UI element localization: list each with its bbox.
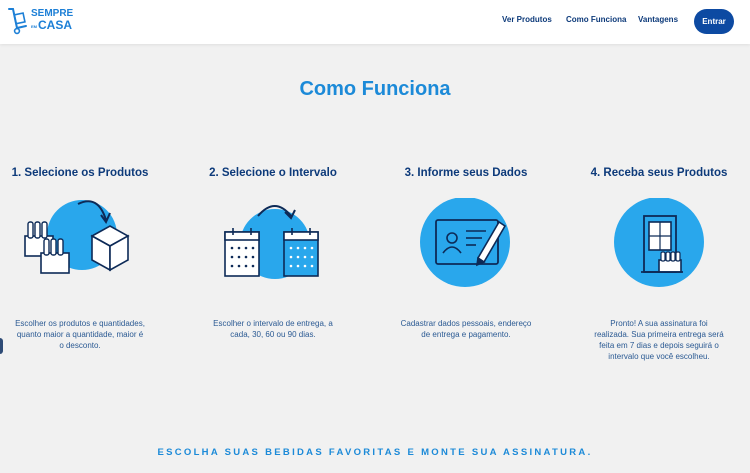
step-4-desc-line: intervalo que você escolheu. (608, 352, 710, 361)
nav-vantagens[interactable]: Vantagens (638, 15, 678, 24)
step-4-desc-line: Pronto! A sua assinatura foi (610, 319, 708, 328)
brand-logo[interactable]: SEMPRE EMCASA (6, 7, 73, 35)
brand-line2-small: EM (31, 23, 37, 29)
step-2-desc-line: Escolher o intervalo de entrega, a (213, 319, 333, 328)
calendar-interval-icon (224, 205, 319, 279)
nav-ver-produtos[interactable]: Ver Produtos (502, 15, 552, 24)
page-title: Como Funciona (299, 78, 451, 100)
step-1-desc-line: o desconto. (59, 341, 101, 350)
footer-cta: ESCOLHA SUAS BEBIDAS FAVORITAS E MONTE S… (157, 447, 593, 458)
door-delivery-icon (614, 198, 704, 287)
step-3-desc-line: de entrega e pagamento. (421, 330, 511, 339)
step-1-title: 1. Selecione os Produtos (11, 167, 149, 179)
step-2-title: 2. Selecione o Intervalo (209, 167, 337, 179)
step-4-desc-line: feita em 7 dias e depois seguirá o (599, 341, 719, 350)
step-1-description: Escolher os produtos e quantidades, quan… (10, 318, 150, 351)
step-2-desc-line: cada, 30, 60 ou 90 dias. (230, 330, 316, 339)
login-button[interactable]: Entrar (694, 9, 734, 34)
top-header: SEMPRE EMCASA Ver Produtos Como Funciona… (0, 0, 750, 44)
step-4-title: 4. Receba seus Produtos (590, 167, 728, 179)
step-1-desc-line: Escolher os produtos e quantidades, (15, 319, 145, 328)
step-1-desc-line: quanto maior a quantidade, maior é (16, 330, 144, 339)
nav-como-funciona[interactable]: Como Funciona (566, 15, 626, 24)
step-4-desc-line: realizada. Sua primeira entrega será (594, 330, 724, 339)
products-box-icon (24, 200, 130, 274)
brand-line2: CASA (38, 18, 73, 33)
step-4-description: Pronto! A sua assinatura foi realizada. … (589, 318, 729, 362)
step-3-desc-line: Cadastrar dados pessoais, endereço (400, 319, 532, 328)
step-3-description: Cadastrar dados pessoais, endereço de en… (396, 318, 536, 340)
step-3-title: 3. Informe seus Dados (404, 167, 528, 179)
side-handle[interactable] (0, 338, 3, 354)
step-2-description: Escolher o intervalo de entrega, a cada,… (203, 318, 343, 340)
id-card-icon (420, 198, 510, 287)
hand-truck-icon (8, 8, 27, 35)
brand-name: SEMPRE EMCASA (31, 9, 73, 32)
